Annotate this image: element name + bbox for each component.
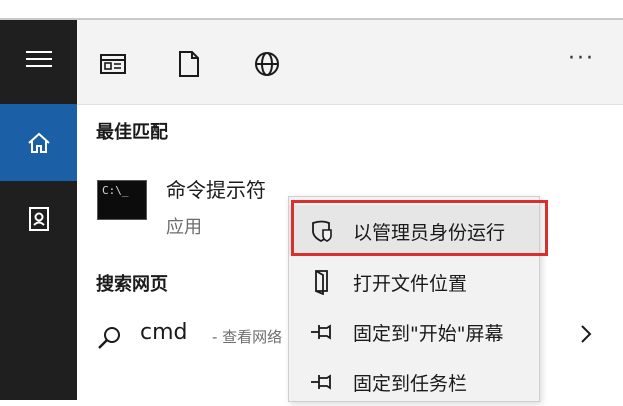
profile-book-icon bbox=[28, 206, 49, 231]
app-window-icon bbox=[100, 54, 126, 74]
sidebar-home-button[interactable] bbox=[0, 104, 77, 181]
best-match-app-name[interactable]: 命令提示符 bbox=[166, 174, 266, 203]
web-filter-button[interactable] bbox=[253, 50, 281, 78]
pin-icon bbox=[309, 319, 335, 345]
best-match-app-type: 应用 bbox=[166, 217, 202, 238]
web-search-heading: 搜索网页 bbox=[96, 274, 168, 295]
sidebar-menu-button[interactable] bbox=[0, 20, 77, 97]
globe-icon bbox=[255, 52, 279, 76]
sidebar-profile-button[interactable] bbox=[0, 180, 77, 257]
document-icon bbox=[179, 51, 199, 77]
chevron-right-icon[interactable] bbox=[579, 320, 595, 348]
menu-item-label: 打开文件位置 bbox=[353, 273, 468, 295]
pin-icon bbox=[309, 369, 335, 395]
command-prompt-icon: C:\_ bbox=[97, 180, 147, 220]
filter-toolbar: ··· bbox=[77, 20, 623, 104]
web-search-suffix: - 查看网络 bbox=[212, 328, 283, 346]
menu-item-pin-to-start[interactable]: 固定到"开始"屏幕 bbox=[289, 306, 539, 356]
best-match-heading: 最佳匹配 bbox=[96, 122, 168, 143]
more-options-button[interactable]: ··· bbox=[568, 46, 595, 71]
hamburger-menu-icon bbox=[25, 50, 52, 67]
web-search-query: cmd bbox=[140, 320, 188, 345]
menu-item-label: 固定到"开始"屏幕 bbox=[353, 323, 504, 345]
toolbar-divider bbox=[77, 104, 623, 105]
search-icon bbox=[98, 327, 120, 349]
highlight-annotation-box bbox=[291, 200, 548, 256]
documents-filter-button[interactable] bbox=[175, 50, 203, 78]
folder-location-icon bbox=[309, 269, 335, 295]
home-icon bbox=[27, 132, 50, 153]
top-strip bbox=[0, 0, 623, 20]
start-sidebar bbox=[0, 20, 77, 400]
command-prompt-icon-text: C:\_ bbox=[102, 184, 129, 197]
menu-item-pin-to-taskbar[interactable]: 固定到任务栏 bbox=[289, 356, 539, 406]
menu-item-label: 固定到任务栏 bbox=[353, 373, 468, 395]
apps-filter-button[interactable] bbox=[99, 50, 127, 78]
menu-item-open-file-location[interactable]: 打开文件位置 bbox=[289, 256, 539, 306]
